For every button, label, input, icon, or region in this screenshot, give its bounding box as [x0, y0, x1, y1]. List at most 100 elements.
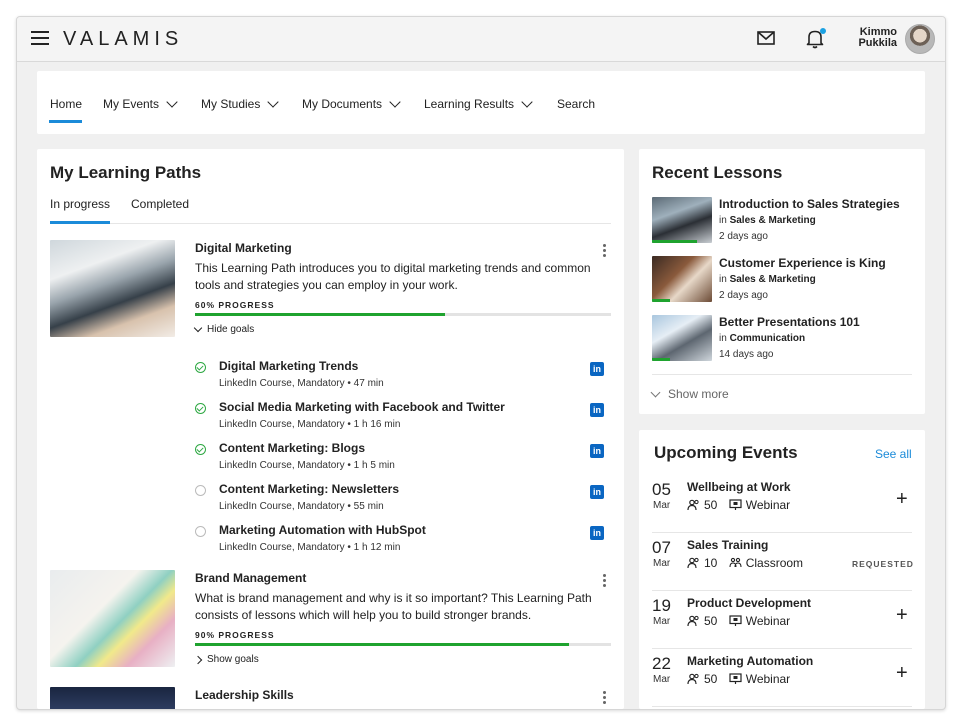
event-title[interactable]: Marketing Automation: [687, 654, 813, 668]
goal-item[interactable]: Content Marketing: Blogs LinkedIn Course…: [195, 441, 611, 477]
more-options-icon[interactable]: [603, 574, 607, 589]
nav-home[interactable]: Home: [50, 97, 82, 111]
path-description: This Learning Path introduces you to dig…: [195, 261, 591, 292]
upcoming-events-panel: Upcoming Events See all 05 Mar Wellbeing…: [639, 430, 925, 709]
goal-item[interactable]: Social Media Marketing with Facebook and…: [195, 400, 611, 436]
lesson-date: 2 days ago: [719, 231, 768, 242]
classroom-icon: [729, 557, 742, 568]
lesson-title[interactable]: Introduction to Sales Strategies: [719, 197, 900, 211]
monitor-icon: [729, 673, 742, 684]
event-month: Mar: [653, 500, 671, 511]
event-title[interactable]: Wellbeing at Work: [687, 480, 791, 494]
more-options-icon[interactable]: [603, 691, 607, 706]
add-event-button[interactable]: +: [896, 489, 908, 509]
event-seats: 10: [704, 556, 718, 570]
status-badge: REQUESTED: [852, 559, 914, 569]
event-info: 10 Classroom: [687, 556, 803, 570]
goal-status-icon: [195, 362, 206, 373]
lesson-item[interactable]: Introduction to Sales Strategies in Sale…: [652, 197, 912, 245]
lesson-date: 2 days ago: [719, 290, 768, 301]
event-item[interactable]: 05 Mar Wellbeing at Work 50 Webinar +: [652, 474, 912, 533]
goal-toggle-label: Hide goals: [207, 324, 255, 335]
lesson-category-name: Communication: [729, 333, 806, 344]
lesson-title[interactable]: Better Presentations 101: [719, 315, 860, 329]
nav-my-events[interactable]: My Events: [103, 96, 178, 111]
tab-active-indicator: [50, 221, 110, 224]
event-item[interactable]: 19 Mar Product Development 50 Webinar +: [652, 590, 912, 649]
event-day: 22: [652, 654, 671, 673]
goal-title[interactable]: Social Media Marketing with Facebook and…: [219, 400, 505, 414]
goal-meta: LinkedIn Course, Mandatory • 1 h 16 min: [219, 419, 401, 430]
add-event-button[interactable]: +: [896, 663, 908, 683]
linkedin-icon[interactable]: in: [590, 485, 604, 499]
nav-my-studies-label: My Studies: [201, 97, 261, 111]
event-type: Classroom: [745, 556, 804, 570]
goal-meta: LinkedIn Course, Mandatory • 1 h 5 min: [219, 460, 395, 471]
linkedin-icon[interactable]: in: [590, 526, 604, 540]
linkedin-icon[interactable]: in: [590, 362, 604, 376]
path-title[interactable]: Leadership Skills: [195, 688, 294, 702]
goal-status-icon: [195, 485, 206, 496]
goal-title[interactable]: Content Marketing: Newsletters: [219, 482, 399, 496]
nav-learning-results[interactable]: Learning Results: [424, 96, 533, 111]
progress-label: 60% PROGRESS: [195, 300, 275, 310]
progress-bar: [195, 313, 611, 316]
lesson-thumbnail[interactable]: [652, 256, 712, 302]
lesson-thumbnail[interactable]: [652, 315, 712, 361]
goal-title[interactable]: Digital Marketing Trends: [219, 359, 358, 373]
path-title[interactable]: Brand Management: [195, 571, 306, 585]
event-item[interactable]: 22 Mar Marketing Automation 50 Webinar +: [652, 648, 912, 707]
goal-item[interactable]: Digital Marketing Trends LinkedIn Course…: [195, 359, 611, 395]
app-logo[interactable]: VALAMIS: [63, 28, 183, 51]
lesson-title[interactable]: Customer Experience is King: [719, 256, 886, 270]
nav-search[interactable]: Search: [557, 97, 595, 111]
tab-in-progress[interactable]: In progress: [50, 197, 110, 211]
path-title[interactable]: Digital Marketing: [195, 241, 292, 255]
main-nav: Home My Events My Studies My Documents L…: [37, 71, 925, 134]
hide-goals-toggle[interactable]: Hide goals: [193, 323, 255, 335]
people-icon: [687, 557, 699, 569]
more-options-icon[interactable]: [603, 244, 607, 259]
people-icon: [687, 673, 699, 685]
add-event-button[interactable]: +: [896, 605, 908, 625]
event-type: Webinar: [745, 614, 791, 628]
path-thumbnail-digital-marketing[interactable]: [50, 240, 175, 337]
nav-learning-results-label: Learning Results: [424, 97, 515, 111]
progress-bar-fill: [195, 643, 570, 646]
see-all-link[interactable]: See all: [875, 447, 912, 461]
tab-completed[interactable]: Completed: [131, 197, 189, 211]
goal-item[interactable]: Content Marketing: Newsletters LinkedIn …: [195, 482, 611, 518]
notification-dot: [820, 28, 826, 34]
lesson-thumbnail[interactable]: [652, 197, 712, 243]
event-item[interactable]: 07 Mar Sales Training 10 Classroom REQUE…: [652, 532, 914, 591]
progress-bar-fill: [195, 313, 445, 316]
goal-title[interactable]: Marketing Automation with HubSpot: [219, 523, 426, 537]
goal-title[interactable]: Content Marketing: Blogs: [219, 441, 365, 455]
nav-my-documents[interactable]: My Documents: [302, 96, 401, 111]
event-info: 50 Webinar: [687, 498, 790, 512]
event-type: Webinar: [745, 672, 791, 686]
lesson-item[interactable]: Customer Experience is King in Sales & M…: [652, 256, 912, 304]
user-name[interactable]: Kimmo Pukkila: [851, 27, 897, 49]
hamburger-icon[interactable]: [31, 31, 49, 45]
show-goals-toggle[interactable]: Show goals: [193, 654, 259, 665]
path-thumbnail-leadership-skills[interactable]: [50, 687, 175, 709]
show-more-button[interactable]: Show more: [650, 387, 729, 401]
goal-item[interactable]: Marketing Automation with HubSpot Linked…: [195, 523, 611, 559]
linkedin-icon[interactable]: in: [590, 444, 604, 458]
avatar[interactable]: [905, 24, 935, 54]
nav-my-studies[interactable]: My Studies: [201, 96, 280, 111]
lesson-item[interactable]: Better Presentations 101 in Communicatio…: [652, 315, 912, 363]
linkedin-icon[interactable]: in: [590, 403, 604, 417]
goal-status-icon: [195, 403, 206, 414]
bell-icon[interactable]: [806, 28, 826, 49]
nav-home-label: Home: [50, 97, 83, 111]
monitor-icon: [729, 615, 742, 626]
mail-icon[interactable]: [757, 31, 775, 50]
event-title[interactable]: Product Development: [687, 596, 811, 610]
lesson-category-name: Sales & Marketing: [729, 215, 816, 226]
recent-lessons-panel: Recent Lessons Introduction to Sales Str…: [639, 149, 925, 414]
goal-status-icon: [195, 444, 206, 455]
event-title[interactable]: Sales Training: [687, 538, 768, 552]
path-thumbnail-brand-management[interactable]: [50, 570, 175, 667]
